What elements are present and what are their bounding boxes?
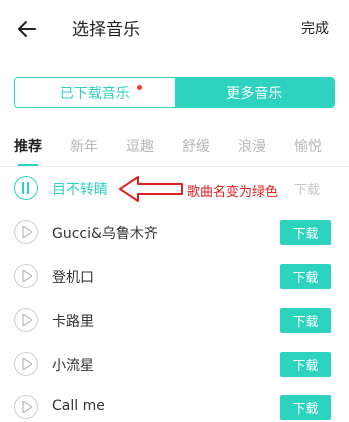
download-button[interactable]: 下载 [283, 176, 331, 201]
song-name: Call me [52, 398, 105, 414]
song-name: 目不转睛 [52, 182, 108, 198]
tab-more-music-label: 更多音乐 [226, 85, 283, 102]
category-tab-romantic[interactable]: 浪漫 [224, 128, 280, 166]
song-row[interactable]: 登机口 下载 [0, 255, 349, 299]
annotation-arrow-icon [118, 175, 186, 207]
source-switch: 已下载音乐 更多音乐 [14, 77, 335, 108]
download-button[interactable]: 下载 [280, 395, 331, 420]
download-button[interactable]: 下载 [280, 352, 331, 377]
done-button[interactable]: 完成 [301, 18, 329, 38]
tab-downloaded-music[interactable]: 已下载音乐 [15, 78, 175, 107]
category-tab-funny[interactable]: 逗趣 [112, 128, 168, 166]
song-row[interactable]: 小流星 下载 [0, 343, 349, 387]
song-name: 登机口 [52, 270, 94, 286]
tab-more-music[interactable]: 更多音乐 [174, 78, 334, 107]
download-button[interactable]: 下载 [280, 308, 331, 333]
category-tabs: 推荐 新年 逗趣 舒缓 浪漫 愉悦 [0, 128, 349, 166]
song-row[interactable]: 卡路里 下载 [0, 299, 349, 343]
category-tab-soothing[interactable]: 舒缓 [168, 128, 224, 166]
annotation-note: 歌曲名变为绿色 [187, 185, 279, 200]
song-name: Gucci&乌鲁木齐 [52, 226, 158, 242]
new-badge-dot [137, 85, 142, 90]
pause-icon[interactable] [14, 176, 38, 200]
category-tab-new-year[interactable]: 新年 [56, 128, 112, 166]
song-name: 卡路里 [52, 314, 94, 330]
download-button[interactable]: 下载 [280, 264, 331, 289]
song-row[interactable]: Call me 下载 [0, 386, 349, 422]
play-icon[interactable] [14, 264, 38, 288]
play-icon[interactable] [14, 220, 38, 244]
play-icon[interactable] [14, 352, 38, 376]
top-bar: 选择音乐 完成 [0, 0, 349, 56]
tab-downloaded-music-label: 已下载音乐 [59, 85, 130, 102]
category-tab-joyful[interactable]: 愉悦 [280, 128, 336, 166]
song-name: 小流星 [52, 358, 94, 374]
song-row[interactable]: Gucci&乌鲁木齐 下载 [0, 211, 349, 255]
download-button[interactable]: 下载 [280, 220, 331, 245]
back-arrow-icon[interactable] [16, 18, 38, 40]
category-tab-recommend[interactable]: 推荐 [0, 128, 56, 166]
play-icon[interactable] [14, 395, 38, 419]
page-title: 选择音乐 [72, 20, 140, 40]
play-icon[interactable] [14, 308, 38, 332]
